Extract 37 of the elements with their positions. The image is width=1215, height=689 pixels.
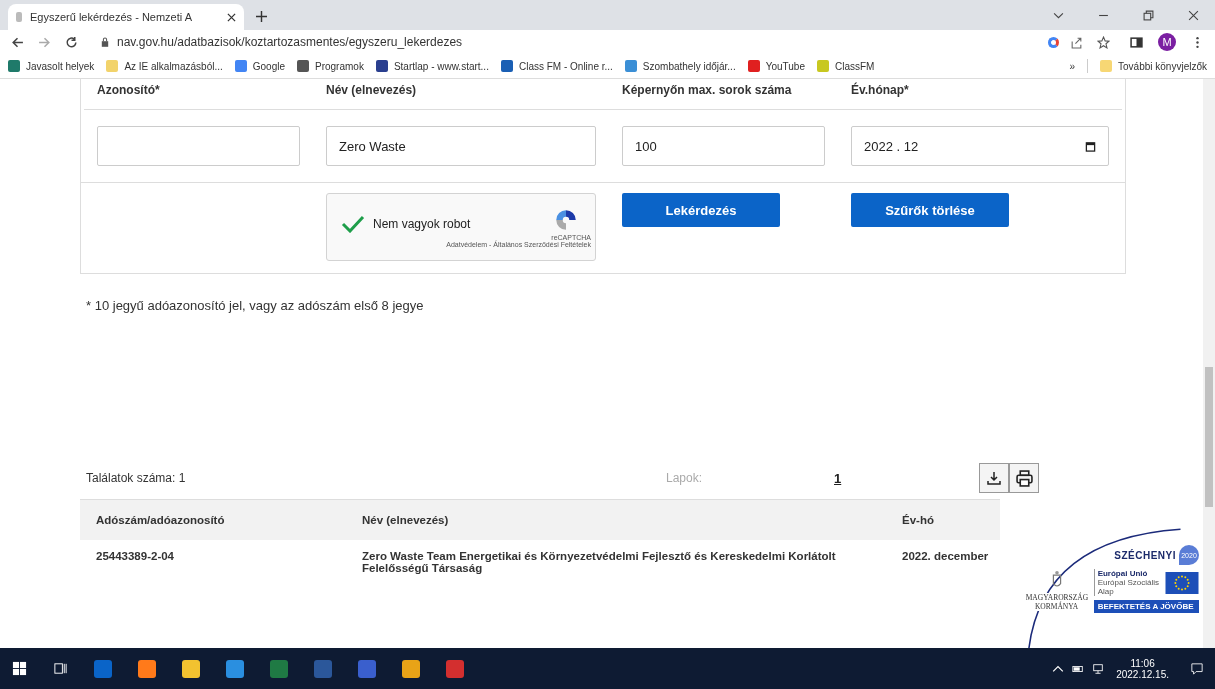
field-label: Képernyőn max. sorok száma (609, 79, 838, 110)
bookmark-link[interactable]: Javasolt helyek (8, 60, 95, 72)
field-label: Név (elnevezés) (313, 79, 609, 110)
bookmark-link[interactable]: Google (234, 60, 285, 72)
address-bar[interactable]: nav.gov.hu/adatbazisok/koztartozasmentes/egyszeru_lekerdezes (95, 31, 1119, 53)
more-bookmarks-button[interactable]: » (1069, 60, 1076, 72)
page-link[interactable]: 1 (834, 470, 842, 486)
column-header: Év-hó (886, 499, 1000, 540)
results-count: Találatok száma: 1 (86, 471, 187, 485)
bookmark-link[interactable]: Startlap - www.start... (375, 60, 489, 72)
table-cell: 25443389-2-04 (80, 540, 346, 584)
bookmark-link[interactable]: YouTube (747, 60, 805, 72)
field-label: Azonosító* (84, 79, 313, 110)
bookmark-link[interactable]: Class FM - Online r... (500, 60, 613, 72)
text-field[interactable]: Zero Waste (326, 126, 596, 166)
month-field[interactable]: 2022 . 12 (851, 126, 1109, 166)
profile-avatar[interactable]: M (1158, 33, 1176, 51)
pages-label: Lapok: (666, 471, 704, 485)
other-bookmarks-link[interactable]: További könyvjelzők (1100, 60, 1207, 72)
tab-title: Egyszerű lekérdezés - Nemzeti A (30, 11, 193, 23)
table-cell: 2022. december (886, 540, 1000, 584)
bookmark-link[interactable]: Szombathely időjár... (624, 60, 736, 72)
query-button[interactable]: Lekérdezés (622, 193, 780, 227)
slogan-banner: BEFEKTETÉS A JÖVŐBE (1093, 600, 1199, 613)
bookmark-link[interactable]: Az IE alkalmazásból... (106, 60, 223, 72)
footnote: * 10 jegyű adóazonosító jel, vagy az adószám első 8 jegye (86, 298, 425, 313)
text-field[interactable]: 100 (622, 126, 825, 166)
bookmark-link[interactable]: ClassFM (816, 60, 875, 72)
column-header: Adószám/adóazonosító (80, 499, 346, 540)
table-cell: Zero Waste Team Energetikai és Környezetvédelmi Fejlesztő és Kereskedelmi Korlátolt Felelősségű Társaság (346, 540, 886, 584)
browser-tab[interactable]: Egyszerű lekérdezés - Nemzeti A (8, 4, 244, 30)
column-header: Név (elnevezés) (346, 499, 886, 540)
captcha-label: Nem vagyok robot (373, 216, 472, 231)
bookmark-link[interactable]: Programok (297, 60, 364, 72)
clock[interactable]: 11:06 2022.12.15. (1116, 657, 1169, 680)
clear-filters-button[interactable]: Szűrők törlése (851, 193, 1009, 227)
field-label: Év.hónap* (838, 79, 1122, 110)
